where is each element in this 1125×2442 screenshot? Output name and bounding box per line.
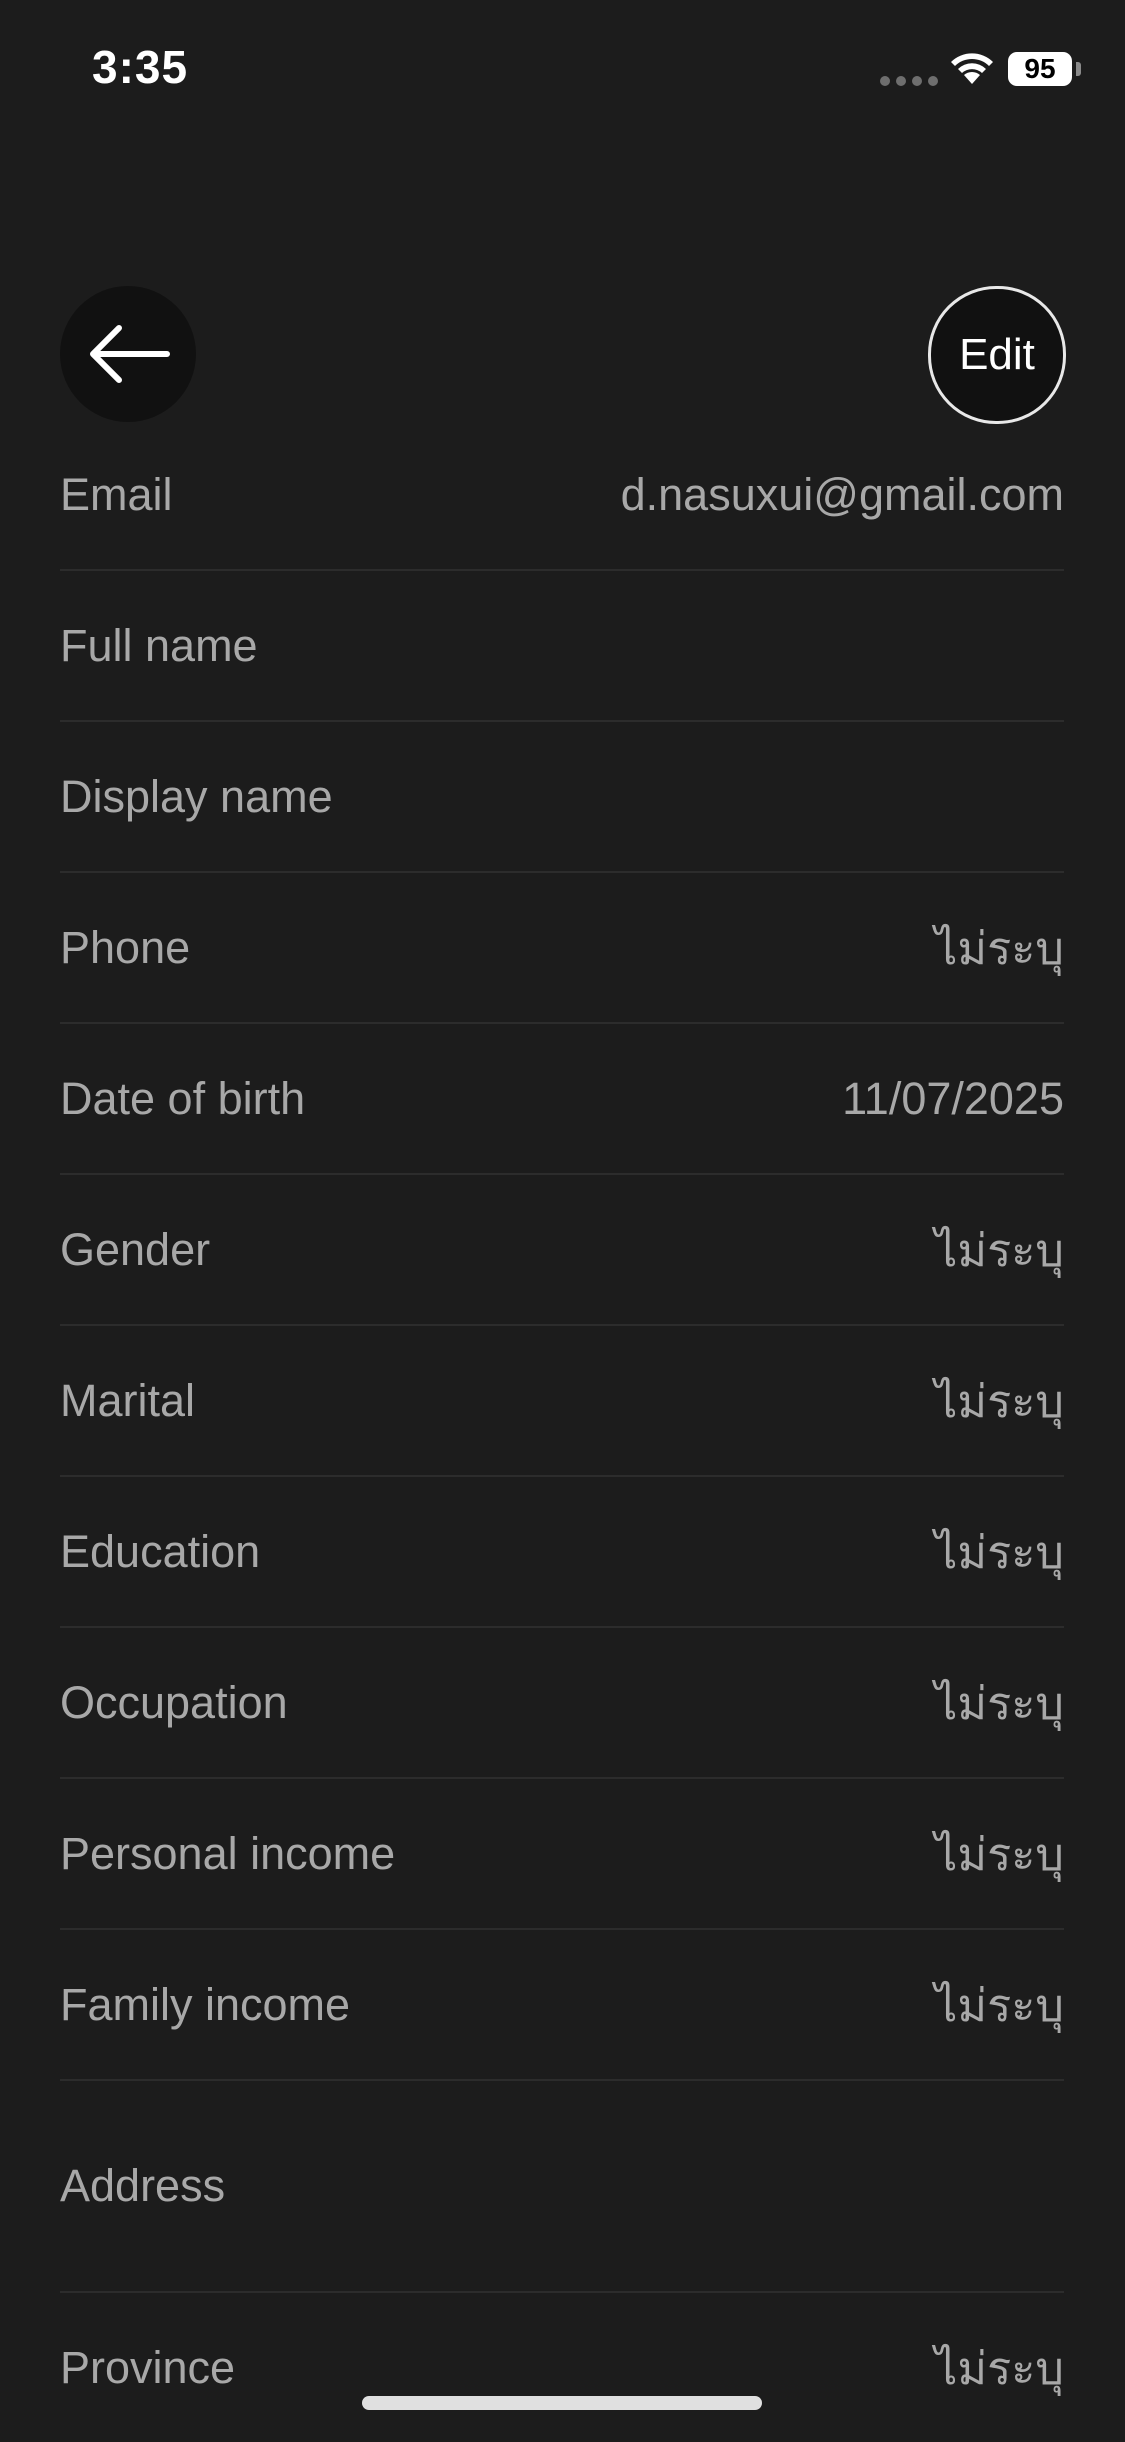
field-label: Personal income — [60, 1827, 396, 1879]
field-row-occupation[interactable]: Occupation ไม่ระบุ — [60, 1628, 1064, 1779]
field-label: Occupation — [60, 1676, 288, 1728]
cellular-signal-icon — [880, 76, 938, 86]
field-label: Display name — [60, 770, 333, 822]
field-value: ไม่ระบุ — [934, 1828, 1064, 1880]
field-label: Full name — [60, 619, 258, 671]
battery-icon: 95 — [1008, 52, 1072, 86]
field-label: Education — [60, 1525, 261, 1577]
battery-tip — [1076, 62, 1081, 76]
field-value: ไม่ระบุ — [934, 922, 1064, 974]
field-value: ไม่ระบุ — [934, 1979, 1064, 2031]
field-label: Marital — [60, 1374, 196, 1426]
field-value: ไม่ระบุ — [934, 2342, 1064, 2394]
field-label: Date of birth — [60, 1072, 306, 1124]
field-label: Province — [60, 2341, 236, 2393]
field-row-gender[interactable]: Gender ไม่ระบุ — [60, 1175, 1064, 1326]
field-row-province[interactable]: Province ไม่ระบุ — [60, 2293, 1064, 2442]
field-row-address[interactable]: Address — [60, 2081, 1064, 2293]
field-row-education[interactable]: Education ไม่ระบุ — [60, 1477, 1064, 1628]
arrow-left-icon — [90, 325, 170, 383]
edit-button[interactable]: Edit — [928, 286, 1066, 424]
field-row-personal-income[interactable]: Personal income ไม่ระบุ — [60, 1779, 1064, 1930]
field-value: ไม่ระบุ — [934, 1677, 1064, 1729]
field-value: d.nasuxui@gmail.com — [620, 468, 1064, 520]
home-indicator[interactable] — [362, 2396, 762, 2410]
field-value: ไม่ระบุ — [934, 1224, 1064, 1276]
status-bar: 3:35 95 — [0, 0, 1125, 140]
field-value: ไม่ระบุ — [934, 1375, 1064, 1427]
field-row-family-income[interactable]: Family income ไม่ระบุ — [60, 1930, 1064, 2081]
field-label: Family income — [60, 1978, 351, 2030]
field-label: Gender — [60, 1223, 211, 1275]
field-label: Email — [60, 468, 173, 520]
field-label: Phone — [60, 921, 191, 973]
field-row-date-of-birth[interactable]: Date of birth 11/07/2025 — [60, 1024, 1064, 1175]
back-button[interactable] — [60, 286, 196, 422]
status-time: 3:35 — [92, 41, 189, 93]
field-row-marital[interactable]: Marital ไม่ระบุ — [60, 1326, 1064, 1477]
field-value: 11/07/2025 — [842, 1072, 1064, 1124]
field-row-full-name[interactable]: Full name — [60, 571, 1064, 722]
field-label: Address — [60, 2160, 226, 2211]
field-value: ไม่ระบุ — [934, 1526, 1064, 1578]
field-row-phone[interactable]: Phone ไม่ระบุ — [60, 873, 1064, 1024]
field-row-email[interactable]: Email d.nasuxui@gmail.com — [60, 420, 1064, 571]
profile-field-list: Email d.nasuxui@gmail.com Full name Disp… — [60, 420, 1064, 2442]
field-row-display-name[interactable]: Display name — [60, 722, 1064, 873]
wifi-icon — [951, 53, 993, 84]
